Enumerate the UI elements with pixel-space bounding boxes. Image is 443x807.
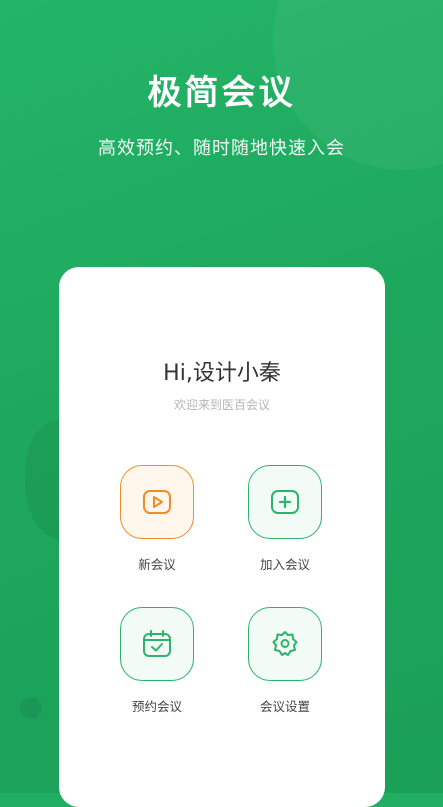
meeting-settings-label: 会议设置 bbox=[259, 699, 310, 714]
video-play-icon bbox=[143, 490, 171, 514]
meeting-settings-button[interactable]: 会议设置 bbox=[225, 607, 345, 715]
join-meeting-label: 加入会议 bbox=[259, 557, 310, 572]
new-meeting-label: 新会议 bbox=[138, 557, 176, 572]
welcome-text: 欢迎来到医百会议 bbox=[173, 398, 270, 412]
app-title: 极简会议 bbox=[147, 73, 296, 113]
schedule-meeting-label: 预约会议 bbox=[131, 699, 182, 714]
greeting-text: Hi,设计小秦 bbox=[163, 361, 281, 386]
join-meeting-tile[interactable] bbox=[248, 465, 322, 539]
meeting-settings-tile[interactable] bbox=[248, 607, 322, 681]
add-square-icon bbox=[271, 490, 299, 514]
welcome-card: Hi,设计小秦 欢迎来到医百会议 新会议 加入会议 预约会议 会议设置 bbox=[59, 267, 385, 807]
calendar-check-icon bbox=[143, 630, 171, 657]
gear-icon bbox=[272, 631, 298, 656]
join-meeting-button[interactable]: 加入会议 bbox=[225, 465, 345, 573]
schedule-meeting-tile[interactable] bbox=[120, 607, 194, 681]
decorative-dot bbox=[20, 697, 42, 719]
new-meeting-button[interactable]: 新会议 bbox=[97, 465, 217, 573]
schedule-meeting-button[interactable]: 预约会议 bbox=[97, 607, 217, 715]
app-subtitle: 高效预约、随时随地快速入会 bbox=[98, 138, 345, 159]
new-meeting-tile[interactable] bbox=[120, 465, 194, 539]
